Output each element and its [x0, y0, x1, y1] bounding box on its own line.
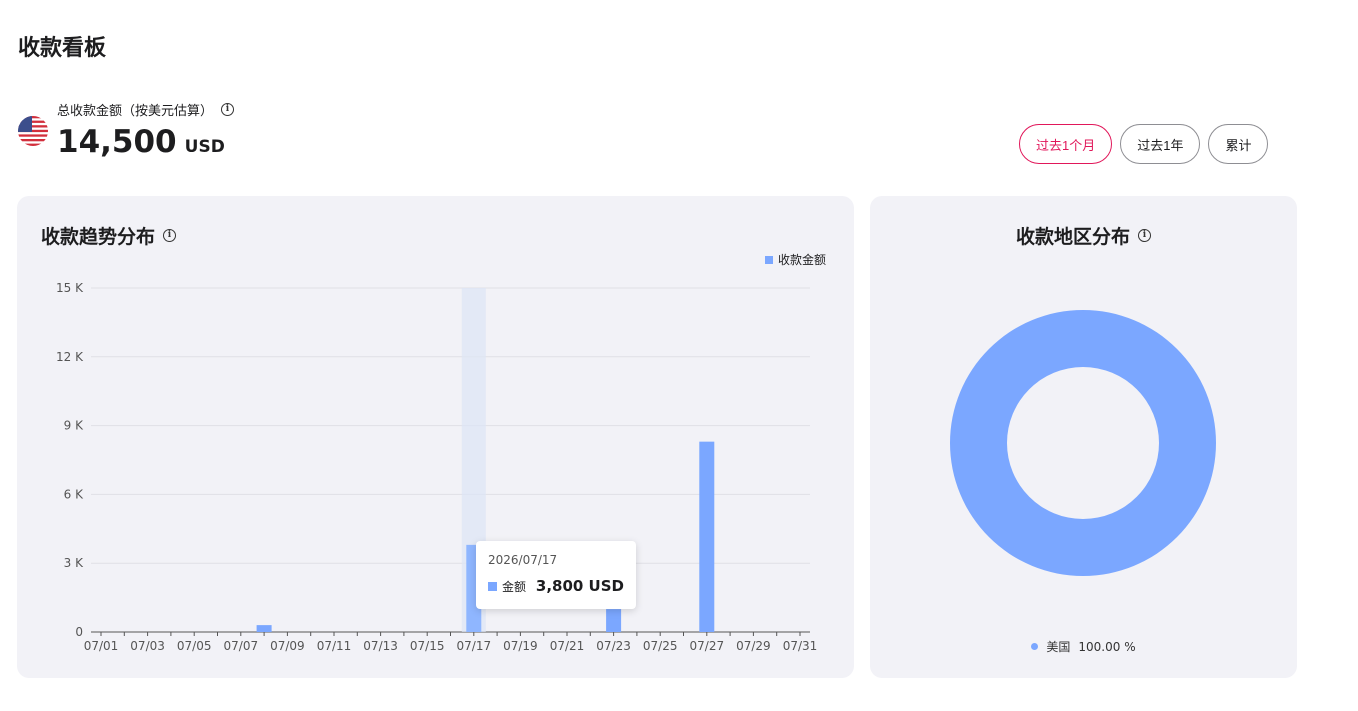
range-button-past-year[interactable]: 过去1年	[1120, 124, 1201, 164]
x-tick-label: 07/15	[410, 639, 445, 653]
tooltip-series: 金额	[502, 579, 527, 594]
x-tick-label: 07/11	[317, 639, 352, 653]
y-tick-label: 9 K	[64, 419, 84, 433]
region-card: 收款地区分布 i 美国 100.00 %	[870, 196, 1297, 678]
region-legend[interactable]: 美国 100.00 %	[870, 638, 1297, 655]
x-tick-label: 07/25	[643, 639, 678, 653]
x-tick-label: 07/29	[736, 639, 771, 653]
bar	[606, 609, 622, 632]
legend-swatch	[488, 581, 497, 591]
x-tick-label: 07/03	[130, 639, 165, 653]
y-tick-label: 6 K	[64, 487, 84, 501]
tooltip-date: 2026/07/17	[488, 553, 558, 567]
donut-slice[interactable]	[950, 310, 1216, 576]
x-tick-label: 07/13	[363, 639, 398, 653]
total-amount-label-text: 总收款金额（按美元估算）	[57, 104, 214, 119]
region-legend-name: 美国	[1046, 640, 1071, 654]
x-tick-label: 07/01	[84, 639, 119, 653]
total-amount: 14,500 USD	[57, 124, 225, 160]
region-donut-chart[interactable]	[870, 196, 1297, 616]
x-tick-label: 07/23	[596, 639, 631, 653]
y-tick-label: 3 K	[64, 556, 84, 570]
y-tick-label: 12 K	[56, 350, 84, 364]
x-tick-label: 07/31	[783, 639, 818, 653]
total-amount-value: 14,500	[57, 124, 177, 160]
total-amount-label: 总收款金额（按美元估算） i	[57, 100, 235, 119]
page-title: 收款看板	[18, 36, 107, 61]
x-tick-label: 07/09	[270, 639, 305, 653]
trend-card: 收款趋势分布 i 收款金额 03 K6 K9 K 12 K 15 K 07/01 07/…	[17, 196, 854, 678]
bar	[256, 625, 272, 632]
range-button-past-month[interactable]: 过去1个月	[1019, 124, 1113, 164]
bar	[699, 441, 715, 632]
y-tick-label: 0	[75, 625, 83, 639]
chart-tooltip: 2026/07/17 金额 3,800 USD	[476, 541, 636, 609]
region-legend-percent: 100.00 %	[1078, 639, 1136, 654]
info-icon[interactable]: i	[221, 103, 235, 116]
range-button-cumulative[interactable]: 累计	[1208, 124, 1269, 164]
tooltip-value: 3,800 USD	[535, 577, 624, 595]
x-tick-label: 07/07	[224, 639, 259, 653]
x-tick-label: 07/19	[503, 639, 538, 653]
x-tick-label: 07/21	[550, 639, 585, 653]
x-tick-label: 07/27	[690, 639, 725, 653]
us-flag-icon	[18, 116, 48, 146]
y-tick-label: 15 K	[56, 281, 84, 295]
x-tick-label: 07/05	[177, 639, 212, 653]
range-selector: 过去1个月 过去1年 累计	[1019, 124, 1269, 164]
trend-chart[interactable]: 0 3 K 6 K 9 K 12 K 15 K 07/01 07/03 07/05 07/07 07…	[17, 196, 854, 678]
total-amount-currency: USD	[184, 137, 225, 157]
legend-dot	[1031, 643, 1039, 650]
x-tick-label: 07/17	[457, 639, 492, 653]
